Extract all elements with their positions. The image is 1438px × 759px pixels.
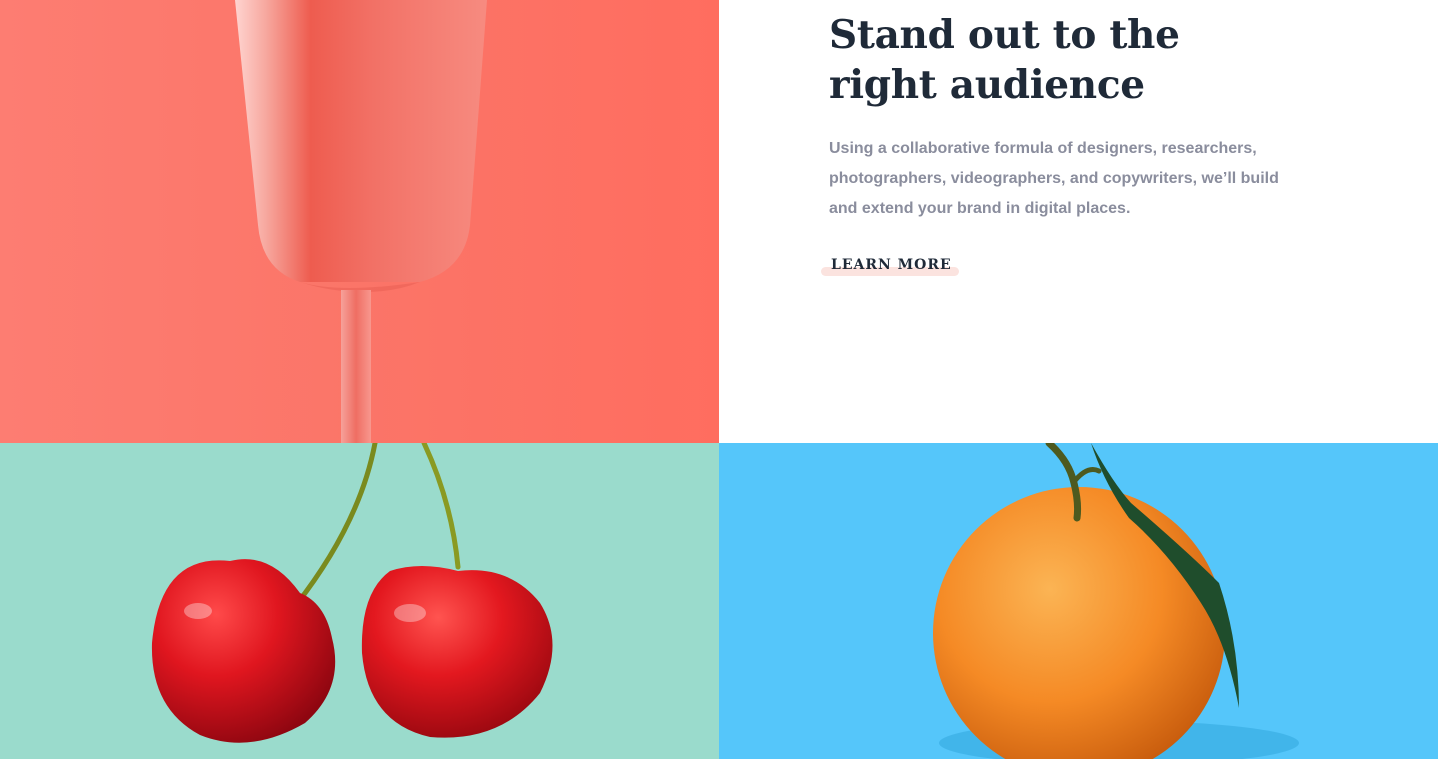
learn-more-link[interactable]: LEARN MORE: [821, 254, 959, 280]
feature-heading: Stand out to the right audience: [829, 12, 1180, 108]
feature-text-panel: Stand out to the right audience Using a …: [719, 0, 1438, 443]
feature-description: Using a collaborative formula of designe…: [829, 140, 1279, 217]
orange-photo: [719, 443, 1438, 759]
image-grid: Stand out to the right audience Using a …: [0, 0, 1438, 759]
cherries-photo: [0, 443, 719, 759]
learn-more-label: LEARN MORE: [831, 257, 952, 273]
pink-glass-photo: [0, 0, 719, 443]
